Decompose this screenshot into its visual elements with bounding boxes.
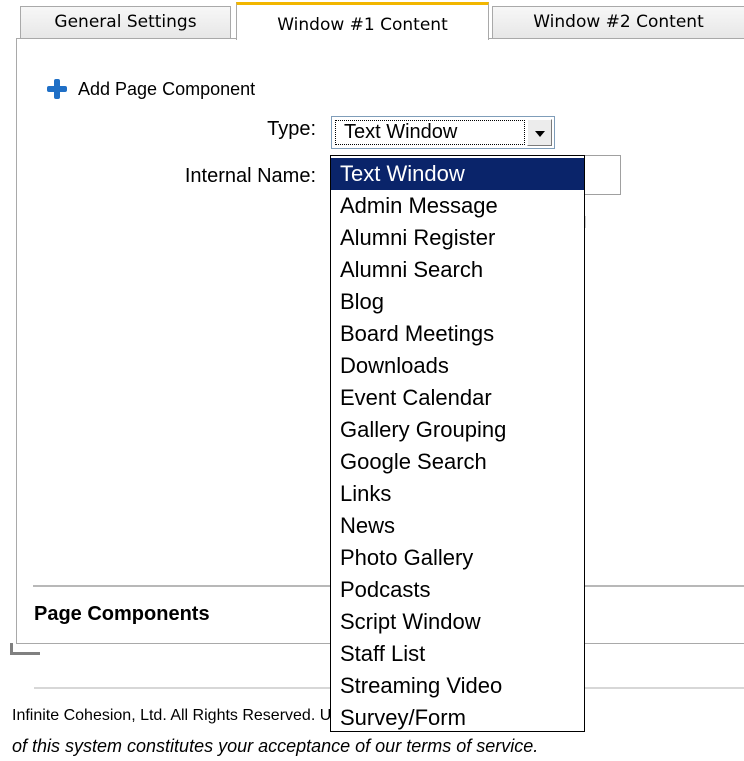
type-label: Type: xyxy=(267,118,316,140)
type-select[interactable]: Text Window xyxy=(331,116,555,149)
type-option[interactable]: Text Window xyxy=(331,158,584,190)
type-option[interactable]: Script Window xyxy=(331,606,584,638)
type-option[interactable]: Admin Message xyxy=(331,190,584,222)
type-select-value: Text Window xyxy=(335,120,525,145)
type-option[interactable]: Google Search xyxy=(331,446,584,478)
type-option[interactable]: Board Meetings xyxy=(331,318,584,350)
tab-general-settings[interactable]: General Settings xyxy=(20,6,231,38)
type-option[interactable]: Podcasts xyxy=(331,574,584,606)
type-option[interactable]: Downloads xyxy=(331,350,584,382)
type-option[interactable]: Blog xyxy=(331,286,584,318)
type-option[interactable]: Alumni Register xyxy=(331,222,584,254)
cms-page: General Settings Window #1 Content Windo… xyxy=(0,0,744,761)
type-option[interactable]: News xyxy=(331,510,584,542)
internal-name-label: Internal Name: xyxy=(184,165,316,187)
type-option[interactable]: Event Calendar xyxy=(331,382,584,414)
type-option[interactable]: Survey/Form xyxy=(331,702,584,734)
type-dropdown-list[interactable]: Text Window Admin Message Alumni Register A… xyxy=(330,155,585,732)
chevron-down-icon[interactable] xyxy=(527,119,552,146)
tab-window-2-content[interactable]: Window #2 Content xyxy=(492,6,744,38)
panel-shadow xyxy=(10,643,40,655)
internal-name-input[interactable] xyxy=(585,155,621,195)
type-option[interactable]: Streaming Video xyxy=(331,670,584,702)
plus-icon xyxy=(46,78,68,100)
field-edge xyxy=(585,216,590,228)
add-page-component-link[interactable]: Add Page Component xyxy=(46,74,255,104)
footer-terms: of this system constitutes your acceptan… xyxy=(12,736,539,756)
add-page-component-label: Add Page Component xyxy=(78,78,256,99)
type-option[interactable]: Photo Gallery xyxy=(331,542,584,574)
footer-copyright: Infinite Cohesion, Ltd. All Rights Reser… xyxy=(12,707,349,724)
type-option[interactable]: Staff List xyxy=(331,638,584,670)
type-option[interactable]: Gallery Grouping xyxy=(331,414,584,446)
type-option[interactable]: Alumni Search xyxy=(331,254,584,286)
page-components-title: Page Components xyxy=(34,603,210,625)
type-option[interactable]: Links xyxy=(331,478,584,510)
tab-window-1-content[interactable]: Window #1 Content xyxy=(236,2,489,40)
